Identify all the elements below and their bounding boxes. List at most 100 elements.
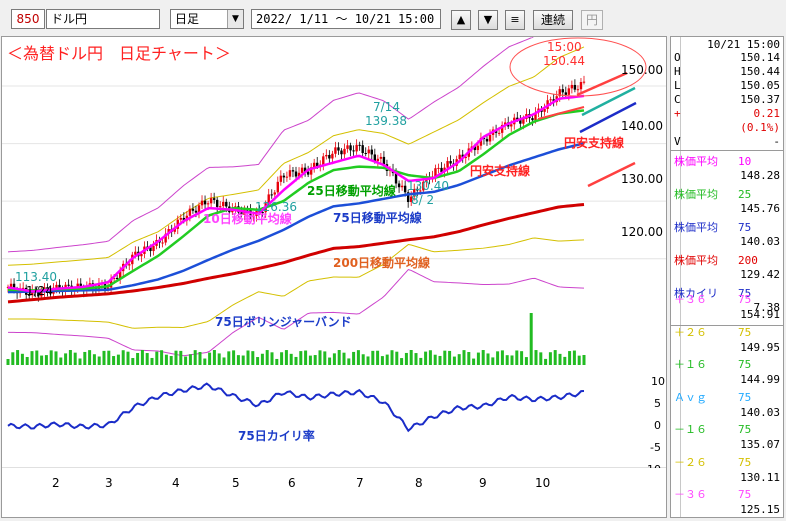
volume-bar [577, 355, 581, 365]
candle-body [343, 148, 346, 155]
panel-datetime: 10/21 15:00 [674, 39, 780, 51]
peak-value-label: 139.38 [365, 114, 407, 128]
panel-indicator-3-period: 200 [738, 254, 758, 267]
panel-band-value-row: 130.11 [674, 471, 780, 484]
volume-bar [337, 350, 341, 365]
panel-band-6: －３６ 75 [674, 489, 780, 501]
triangle-down-icon: ▼ [483, 13, 493, 26]
volume-bar [25, 356, 29, 365]
panel-band-0-label: ＋３６ [674, 293, 707, 306]
candle-body [200, 200, 204, 206]
candle-body [291, 170, 295, 172]
candle-body [370, 149, 373, 155]
panel-band-value: 149.95 [740, 340, 780, 354]
volume-bar [520, 351, 524, 365]
volume-bar [366, 356, 370, 365]
volume-bar [126, 351, 130, 365]
ma75-label: 75日移動平均線 [333, 211, 422, 225]
candle-body [273, 192, 276, 195]
candle-body [270, 194, 273, 196]
panel-indicator-1: 株価平均 25 [674, 189, 780, 201]
chevron-down-icon[interactable]: ▼ [227, 10, 243, 28]
volume-bar [515, 350, 519, 365]
volume-bar [40, 355, 44, 365]
volume-bar [44, 355, 48, 365]
scroll-up-button[interactable]: ▲ [451, 10, 471, 30]
panel-band-1-period: 75 [738, 325, 752, 339]
candle-body [225, 201, 228, 207]
candle-body [573, 84, 577, 90]
panel-ohlc-change-label: + [674, 107, 681, 120]
panel-band-0-period: 75 [738, 293, 752, 306]
peak-date-label: 7/14 [373, 100, 400, 114]
volume-bar [78, 358, 82, 365]
volume-bar [318, 350, 322, 365]
panel-indicator-1-label: 株価平均 [674, 188, 718, 201]
volume-bar [217, 353, 221, 365]
candle-body [379, 156, 383, 159]
support-line-red-1 [576, 71, 628, 97]
volume-bar [83, 351, 87, 365]
panel-ohlc-value: 150.05 [740, 79, 780, 92]
candle-body [403, 185, 407, 193]
panel-indicator-value: 148.28 [740, 169, 780, 182]
continuous-button[interactable]: 連続 [533, 10, 573, 30]
volume-bar [265, 350, 269, 365]
volume-bar [486, 353, 490, 365]
volume-bar [404, 352, 408, 365]
volume-bar [68, 350, 72, 365]
volume-bar [472, 358, 476, 365]
symbol-code-field[interactable]: 850 [11, 9, 45, 29]
volume-bar [481, 350, 485, 365]
volume-bar [145, 353, 149, 365]
y-tick-120: 120.00 [621, 225, 663, 239]
volume-bar [563, 356, 567, 365]
volume-bar [524, 357, 528, 365]
volume-bar [438, 355, 442, 365]
volume-bar [107, 350, 111, 365]
panel-band-5-label: －２６ [674, 455, 707, 469]
info-panel: 10/21 15:00 O 150.14 H 150.44 L 150.05 C 150.37… [670, 36, 784, 518]
chart-area[interactable]: ＜為替ドル円 日足チャート＞ 15:00 150.44 7/14 139.38 … [1, 36, 667, 500]
volume-bar [30, 351, 34, 365]
date-range-field[interactable]: 2022/ 1/11 ～ 10/21 15:00 [251, 9, 441, 29]
candle-body [349, 145, 352, 151]
candle-body [9, 283, 13, 287]
volume-bar [294, 356, 298, 365]
volume-bar [97, 356, 101, 365]
bollinger-plus2-line [7, 46, 585, 266]
x-axis: 2 3 4 5 6 7 8 9 10 [1, 468, 667, 518]
bollinger-label: 75日ボリンジャーバンド [215, 315, 352, 329]
kairi-tick-0: 0 [654, 419, 661, 432]
panel-band-3-period: 75 [738, 390, 752, 404]
ma200-label: 200日移動平均線 [333, 256, 431, 270]
x-tick-6: 6 [288, 476, 296, 490]
candle-body [209, 198, 213, 204]
panel-indicator-2-period: 75 [738, 221, 752, 234]
candle-body [288, 170, 292, 177]
volume-bar [448, 350, 452, 365]
panel-band-value: 135.07 [740, 438, 780, 451]
panel-ohlc-o-label: O [674, 51, 681, 64]
candle-body [561, 89, 564, 93]
candle-body [212, 198, 216, 200]
menu-button[interactable]: ≡ [505, 10, 525, 30]
candle-body [485, 138, 489, 142]
panel-ohlc-v-label: V [674, 135, 681, 148]
volume-bar [227, 351, 231, 365]
chart-canvas[interactable] [2, 37, 666, 469]
panel-band-value: 144.99 [740, 373, 780, 386]
volume-bar [510, 355, 514, 365]
panel-indicator-value: 140.03 [740, 235, 780, 248]
period-select[interactable]: 日足 ▼ [170, 9, 244, 29]
candle-body [567, 88, 571, 95]
symbol-name-field[interactable]: ドル円 [46, 9, 160, 29]
candle-body [282, 175, 286, 178]
candle-body [206, 203, 210, 205]
scroll-down-button[interactable]: ▼ [478, 10, 498, 30]
volume-bar [35, 350, 39, 365]
volume-bar [54, 351, 58, 365]
volume-bar [203, 358, 207, 365]
panel-ohlc-value: 150.44 [740, 65, 780, 78]
yen-button[interactable]: 円 [581, 10, 603, 30]
